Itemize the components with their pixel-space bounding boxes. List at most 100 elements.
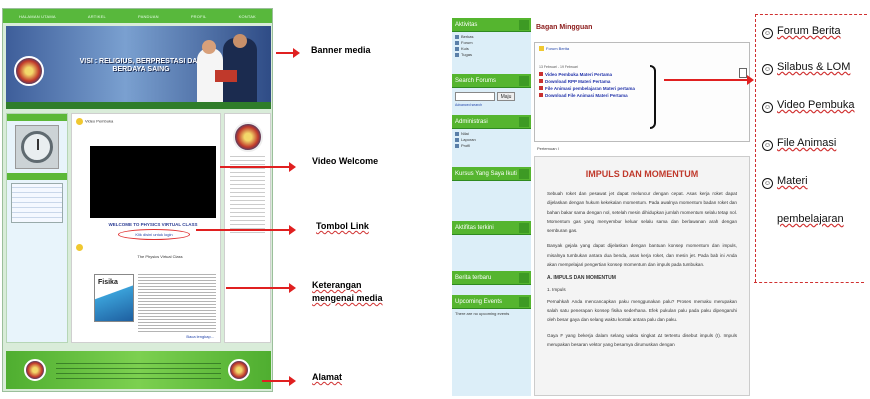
resource-link-rpp[interactable]: Download RPP Materi Pertama	[539, 78, 649, 85]
book-cover-image: Fisika	[94, 274, 134, 322]
search-forums-header[interactable]: Search Forums	[452, 74, 531, 88]
calendar-block-header	[7, 173, 67, 180]
clock-icon	[21, 131, 53, 163]
clock-block-header	[7, 114, 67, 121]
legend-item-syllabus: ☺ Silabus & LOM	[762, 61, 851, 75]
annotation-description-line1: Keterangan	[312, 280, 362, 290]
annotation-address: Alamat	[312, 372, 343, 382]
figure-root: HALAMAN UTAMA ARTIKEL PANDUAN PROFIL KON…	[0, 0, 870, 399]
nav-item-article[interactable]: ARTIKEL	[88, 14, 106, 19]
week-resource-list: 13 Februari - 19 Februari Video Pembuka …	[539, 65, 649, 99]
legend-item-material: ☺ Materi	[762, 175, 808, 189]
banner-text: VISI : RELIGIUS, BERPRESTASI DAN BERDAYA…	[79, 58, 203, 73]
login-link-button[interactable]: Klik disini untuk login	[118, 229, 190, 240]
resource-link-animation[interactable]: File Animasi pembelajaran Materi pertama	[539, 85, 649, 92]
site-top-nav: HALAMAN UTAMA ARTIKEL PANDUAN PROFIL KON…	[3, 9, 272, 23]
annotation-video: Video Welcome	[312, 156, 379, 166]
smiley-icon: ☺	[762, 64, 773, 75]
welcome-text: WELCOME TO PHYSICS VIRTUAL CLASS	[108, 222, 198, 227]
banner-arrow	[276, 48, 300, 58]
nav-item-profile[interactable]: PROFIL	[191, 14, 207, 19]
activity-item[interactable]: Tugas	[455, 52, 528, 58]
resource-link-video[interactable]: Video Pembuka Materi Pertama	[539, 71, 649, 78]
site-screenshot: HALAMAN UTAMA ARTIKEL PANDUAN PROFIL KON…	[2, 8, 273, 392]
calendar-widget[interactable]	[11, 183, 63, 223]
legend-item-material-line2: pembelajaran	[777, 213, 844, 225]
clock-widget	[15, 125, 59, 169]
latest-news-header[interactable]: Berita terbaru	[452, 271, 531, 285]
weekly-outline-title: Bagan Mingguan	[536, 24, 593, 31]
legend-box: ☺ Forum Berita ☺ Silabus & LOM ☺ Video Pemb…	[754, 14, 867, 283]
post-icon	[76, 118, 83, 125]
legend-item-forum: ☺ Forum Berita	[762, 25, 841, 39]
moodle-screenshot: Aktivitas Berkas Forum Kuis Tugas Search…	[452, 18, 752, 396]
link-arrow	[196, 225, 296, 235]
upcoming-events-header[interactable]: Upcoming Events	[452, 295, 531, 309]
latest-news-block	[452, 285, 531, 295]
article-subsection: 1. Impuls	[547, 287, 566, 293]
read-more-link[interactable]: Baca lengkap...	[186, 334, 214, 339]
activities-block: Berkas Forum Kuis Tugas	[452, 32, 531, 60]
footer-logo-right-icon	[228, 359, 250, 381]
book-cover-title: Fisika	[98, 279, 118, 286]
recent-activity-block	[452, 235, 531, 271]
media-description-text	[138, 274, 216, 334]
legend-arrow	[664, 75, 754, 85]
search-input[interactable]	[455, 92, 495, 101]
week-topic-box: Forum Berita 13 Februari - 19 Februari V…	[534, 42, 750, 142]
advanced-search-link[interactable]: Advanced search	[455, 103, 528, 107]
meeting-label: Pertemuan I	[537, 146, 559, 151]
article-paragraph: Pernahkah Anda mencancapkan paku menggun…	[547, 298, 737, 323]
smiley-icon: ☺	[762, 102, 773, 113]
school-logo-icon	[14, 56, 44, 86]
administration-header[interactable]: Administrasi	[452, 115, 531, 129]
description-arrow	[226, 283, 296, 293]
footer-address-text	[56, 359, 221, 383]
sidebar-info-text	[230, 156, 265, 236]
annotation-link-button: Tombol Link	[316, 221, 369, 231]
article-section-heading: A. IMPULS DAN MOMENTUM	[547, 275, 616, 282]
moodle-sidebar: Aktivitas Berkas Forum Kuis Tugas Search…	[452, 18, 531, 396]
nav-item-guide[interactable]: PANDUAN	[138, 14, 159, 19]
bracket-marker	[650, 65, 656, 129]
annotation-description-line2: mengenai media	[312, 293, 383, 303]
lesson-article: IMPULS DAN MOMENTUM Sebuah roket dan pes…	[534, 156, 750, 396]
nav-item-contact[interactable]: KONTAK	[239, 14, 256, 19]
welcome-video-player[interactable]	[90, 146, 216, 218]
site-left-sidebar	[6, 113, 68, 343]
address-arrow	[262, 376, 296, 386]
post-icon	[76, 244, 83, 251]
legend-item-video: ☺ Video Pembuka	[762, 99, 855, 113]
administration-block: Nilai Laporan Profil	[452, 129, 531, 167]
recent-activity-header[interactable]: Aktifitas terkini	[452, 221, 531, 235]
site-banner: VISI : RELIGIUS, BERPRESTASI DAN BERDAYA…	[6, 26, 271, 102]
annotation-banner: Banner media	[311, 45, 371, 55]
smiley-icon: ☺	[762, 178, 773, 189]
activities-block-header[interactable]: Aktivitas	[452, 18, 531, 32]
banner-students-image	[193, 34, 263, 102]
search-forums-block: Maju Advanced search	[452, 88, 531, 109]
admin-item[interactable]: Profil	[455, 143, 528, 149]
article-paragraph: Sebuah roket dan pesawat jet dapat melun…	[547, 191, 737, 234]
smiley-icon: ☺	[762, 28, 773, 39]
my-courses-header[interactable]: Kursus Yang Saya Ikuti	[452, 167, 531, 181]
nav-item-home[interactable]: HALAMAN UTAMA	[19, 14, 56, 19]
forum-news-link[interactable]: Forum Berita	[539, 46, 569, 51]
video-post-header: Video Pembuka	[76, 118, 218, 128]
resource-link-animation-download[interactable]: Download File Animasi Materi Pertama	[539, 92, 649, 99]
search-button[interactable]: Maju	[497, 92, 515, 101]
banner-bottom-bar	[6, 102, 271, 109]
book-post-header	[76, 244, 218, 254]
book-post-title[interactable]: The Physics Virtual Class	[102, 254, 218, 259]
collapse-icon[interactable]	[739, 68, 747, 78]
smiley-icon: ☺	[762, 140, 773, 151]
upcoming-events-text: There are no upcoming events	[455, 311, 510, 316]
site-right-sidebar	[224, 113, 271, 343]
legend-item-animation: ☺ File Animasi	[762, 137, 837, 151]
upcoming-events-block: There are no upcoming events	[452, 309, 531, 318]
video-post-title[interactable]: Video Pembuka	[85, 119, 113, 124]
article-title: IMPULS DAN MOMENTUM	[585, 169, 699, 179]
article-paragraph: Gaya F yang bekerja dalam selang waktu s…	[547, 332, 737, 347]
video-arrow	[220, 162, 296, 172]
week-date-range: 13 Februari - 19 Februari	[539, 65, 578, 69]
